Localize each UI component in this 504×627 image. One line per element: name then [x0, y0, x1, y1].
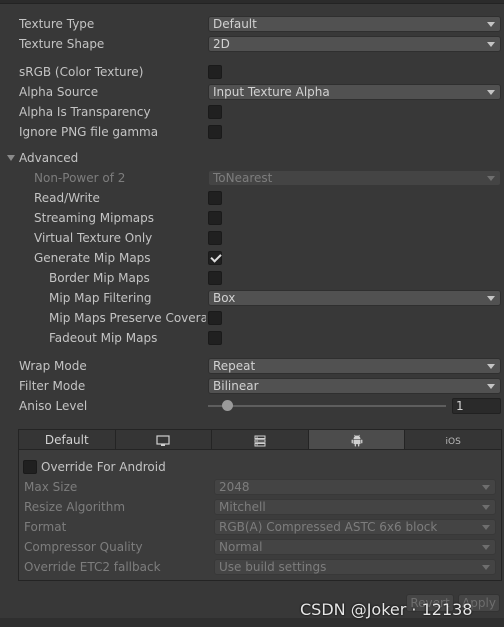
tab-standalone[interactable]	[115, 430, 213, 450]
filter-mode-value: Bilinear	[213, 379, 259, 393]
override-android-checkbox[interactable]	[23, 460, 37, 474]
fadeout-mip-maps-label: Fadeout Mip Maps	[49, 331, 158, 345]
texture-type-dropdown[interactable]: Default	[208, 16, 501, 32]
chevron-down-icon	[482, 505, 490, 510]
chevron-down-icon	[482, 565, 490, 570]
mip-map-filtering-label: Mip Map Filtering	[49, 291, 152, 305]
mip-map-filtering-value: Box	[213, 291, 236, 305]
alpha-source-value: Input Texture Alpha	[213, 85, 330, 99]
texture-type-label: Texture Type	[19, 17, 95, 31]
override-android-label: Override For Android	[41, 460, 166, 474]
checkmark-icon	[210, 251, 222, 263]
aniso-level-label: Aniso Level	[19, 399, 88, 413]
platform-tab-bar: Default iOS	[19, 430, 501, 450]
mip-maps-preserve-coverage-checkbox[interactable]	[208, 311, 222, 325]
border-mip-maps-label: Border Mip Maps	[49, 271, 150, 285]
chevron-down-icon	[487, 364, 495, 369]
non-power-of-2-label: Non-Power of 2	[34, 171, 126, 185]
max-size-value: 2048	[219, 480, 250, 494]
filter-mode-label: Filter Mode	[19, 379, 86, 393]
mip-map-filtering-dropdown[interactable]: Box	[208, 290, 501, 306]
texture-shape-label: Texture Shape	[19, 37, 105, 51]
aniso-level-slider-track[interactable]	[208, 405, 446, 407]
override-etc2-dropdown: Use build settings	[214, 559, 496, 575]
tab-ios[interactable]: iOS	[405, 430, 501, 450]
compressor-quality-dropdown: Normal	[214, 539, 496, 555]
tab-default-label: Default	[44, 433, 89, 447]
monitor-icon	[156, 434, 170, 446]
tab-default[interactable]: Default	[19, 430, 116, 450]
chevron-down-icon	[482, 525, 490, 530]
format-dropdown: RGB(A) Compressed ASTC 6x6 block	[214, 519, 496, 535]
server-icon	[254, 435, 266, 446]
texture-shape-dropdown[interactable]: 2D	[208, 36, 501, 52]
mip-maps-preserve-coverage-label: Mip Maps Preserve Coverage	[49, 311, 206, 325]
streaming-mipmaps-label: Streaming Mipmaps	[34, 211, 155, 225]
texture-shape-value: 2D	[213, 37, 230, 51]
alpha-transparency-checkbox[interactable]	[208, 105, 222, 119]
ignore-png-gamma-checkbox[interactable]	[208, 125, 222, 139]
format-label: Format	[24, 520, 67, 534]
resize-algorithm-dropdown: Mitchell	[214, 499, 496, 515]
srgb-label: sRGB (Color Texture)	[19, 65, 144, 79]
override-etc2-value: Use build settings	[219, 560, 327, 574]
non-power-of-2-value: ToNearest	[213, 171, 273, 185]
non-power-of-2-dropdown: ToNearest	[208, 170, 501, 186]
chevron-down-icon	[487, 42, 495, 47]
aniso-level-slider-handle[interactable]	[222, 400, 233, 411]
aniso-level-input[interactable]: 1	[452, 398, 501, 414]
generate-mip-maps-label: Generate Mip Maps	[34, 251, 151, 265]
format-value: RGB(A) Compressed ASTC 6x6 block	[219, 520, 438, 534]
streaming-mipmaps-checkbox[interactable]	[208, 211, 222, 225]
virtual-texture-only-label: Virtual Texture Only	[34, 231, 153, 245]
border-mip-maps-checkbox[interactable]	[208, 271, 222, 285]
read-write-checkbox[interactable]	[208, 191, 222, 205]
tab-ios-label: iOS	[445, 437, 461, 447]
chevron-down-icon	[487, 176, 495, 181]
fadeout-mip-maps-checkbox[interactable]	[208, 331, 222, 345]
compressor-quality-value: Normal	[219, 540, 263, 554]
advanced-foldout-label[interactable]: Advanced	[19, 149, 204, 167]
tab-android[interactable]	[308, 430, 406, 450]
read-write-label: Read/Write	[34, 191, 100, 205]
chevron-down-icon	[487, 296, 495, 301]
chevron-down-icon	[482, 485, 490, 490]
max-size-dropdown: 2048	[214, 479, 496, 495]
ignore-png-gamma-label: Ignore PNG file gamma	[19, 125, 159, 139]
generate-mip-maps-checkbox[interactable]	[208, 251, 222, 265]
wrap-mode-dropdown[interactable]: Repeat	[208, 358, 501, 374]
compressor-quality-label: Compressor Quality	[24, 540, 143, 554]
resize-algorithm-label: Resize Algorithm	[24, 500, 126, 514]
android-icon	[351, 434, 362, 447]
chevron-down-icon	[487, 90, 495, 95]
override-etc2-label: Override ETC2 fallback	[24, 560, 161, 574]
wrap-mode-value: Repeat	[213, 359, 256, 373]
chevron-down-icon	[487, 22, 495, 27]
alpha-transparency-label: Alpha Is Transparency	[19, 105, 151, 119]
resize-algorithm-value: Mitchell	[219, 500, 266, 514]
watermark: CSDN @Joker · 12138	[300, 600, 473, 619]
virtual-texture-only-checkbox[interactable]	[208, 231, 222, 245]
foldout-arrow-icon[interactable]	[7, 155, 15, 161]
texture-type-value: Default	[213, 17, 257, 31]
srgb-checkbox[interactable]	[208, 65, 222, 79]
chevron-down-icon	[482, 545, 490, 550]
tab-server[interactable]	[212, 430, 309, 450]
chevron-down-icon	[487, 384, 495, 389]
alpha-source-dropdown[interactable]: Input Texture Alpha	[208, 84, 501, 100]
filter-mode-dropdown[interactable]: Bilinear	[208, 378, 501, 394]
max-size-label: Max Size	[24, 480, 78, 494]
wrap-mode-label: Wrap Mode	[19, 359, 87, 373]
top-divider	[0, 0, 504, 4]
alpha-source-label: Alpha Source	[19, 85, 99, 99]
